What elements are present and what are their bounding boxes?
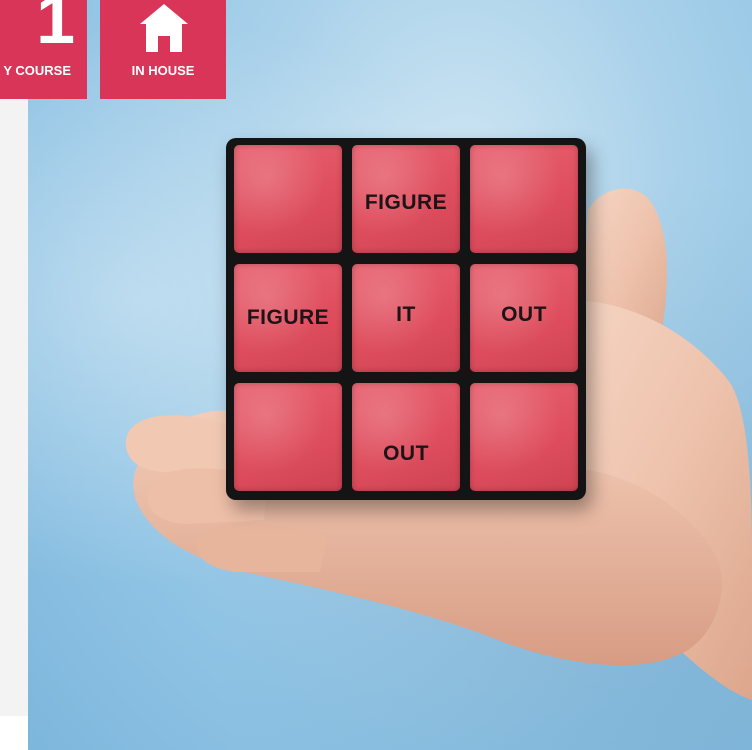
cube-tile: IT xyxy=(352,264,460,372)
cube-tile xyxy=(234,383,342,491)
left-content-strip xyxy=(0,0,28,750)
rubiks-cube: FIGURE FIGURE IT OUT OUT xyxy=(226,138,586,500)
page: FIGURE FIGURE IT OUT OUT 1 Y COURSE IN H… xyxy=(0,0,752,750)
course-badge-label: Y COURSE xyxy=(3,63,71,78)
left-content-strip-bottom xyxy=(0,716,28,750)
in-house-badge-label: IN HOUSE xyxy=(131,63,195,78)
hero-image: FIGURE FIGURE IT OUT OUT xyxy=(28,0,752,750)
cube-tile: OUT xyxy=(352,383,460,491)
cube-tile: FIGURE xyxy=(234,264,342,372)
in-house-badge[interactable]: IN HOUSE xyxy=(100,0,226,99)
cube-tile xyxy=(470,145,578,253)
cube-tile: FIGURE xyxy=(352,145,460,253)
course-badge[interactable]: 1 Y COURSE xyxy=(0,0,87,99)
course-number: 1 xyxy=(36,0,75,58)
house-icon xyxy=(140,4,188,52)
cube-tile xyxy=(470,383,578,491)
cube-tile xyxy=(234,145,342,253)
cube-tile: OUT xyxy=(470,264,578,372)
